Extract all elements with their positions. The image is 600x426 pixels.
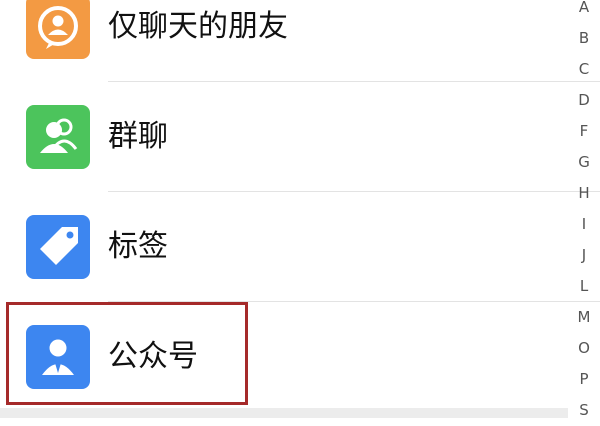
bottom-strip <box>0 408 568 418</box>
chat-only-friends-icon <box>26 0 90 59</box>
index-letter[interactable]: B <box>570 23 598 54</box>
index-letter[interactable]: C <box>570 54 598 85</box>
index-letter[interactable]: F <box>570 116 598 147</box>
list-item-label: 群聊 <box>108 119 168 154</box>
index-letter[interactable]: M <box>570 302 598 333</box>
list-item-chat-only-friends[interactable]: 仅聊天的朋友 <box>0 0 568 82</box>
index-letter[interactable]: L <box>570 271 598 302</box>
list-item-label: 仅聊天的朋友 <box>108 9 288 44</box>
list-item-group-chat[interactable]: 群聊 <box>0 82 568 192</box>
index-letter[interactable]: O <box>570 333 598 364</box>
index-letter[interactable]: H <box>570 178 598 209</box>
group-chat-icon <box>26 105 90 169</box>
index-letter[interactable]: D <box>570 85 598 116</box>
index-letter[interactable]: A <box>570 0 598 23</box>
index-letter[interactable]: S <box>570 395 598 426</box>
alphabet-index[interactable]: A B C D F G H I J L M O P S <box>570 0 598 426</box>
index-letter[interactable]: J <box>570 240 598 271</box>
list-item-label: 标签 <box>108 229 168 264</box>
index-letter[interactable]: G <box>570 147 598 178</box>
index-letter[interactable]: P <box>570 364 598 395</box>
tag-icon <box>26 215 90 279</box>
contacts-list: 仅聊天的朋友 群聊 标签 公众号 <box>0 0 600 418</box>
list-item-tag[interactable]: 标签 <box>0 192 568 302</box>
index-letter[interactable]: I <box>570 209 598 240</box>
highlight-box <box>6 302 248 405</box>
